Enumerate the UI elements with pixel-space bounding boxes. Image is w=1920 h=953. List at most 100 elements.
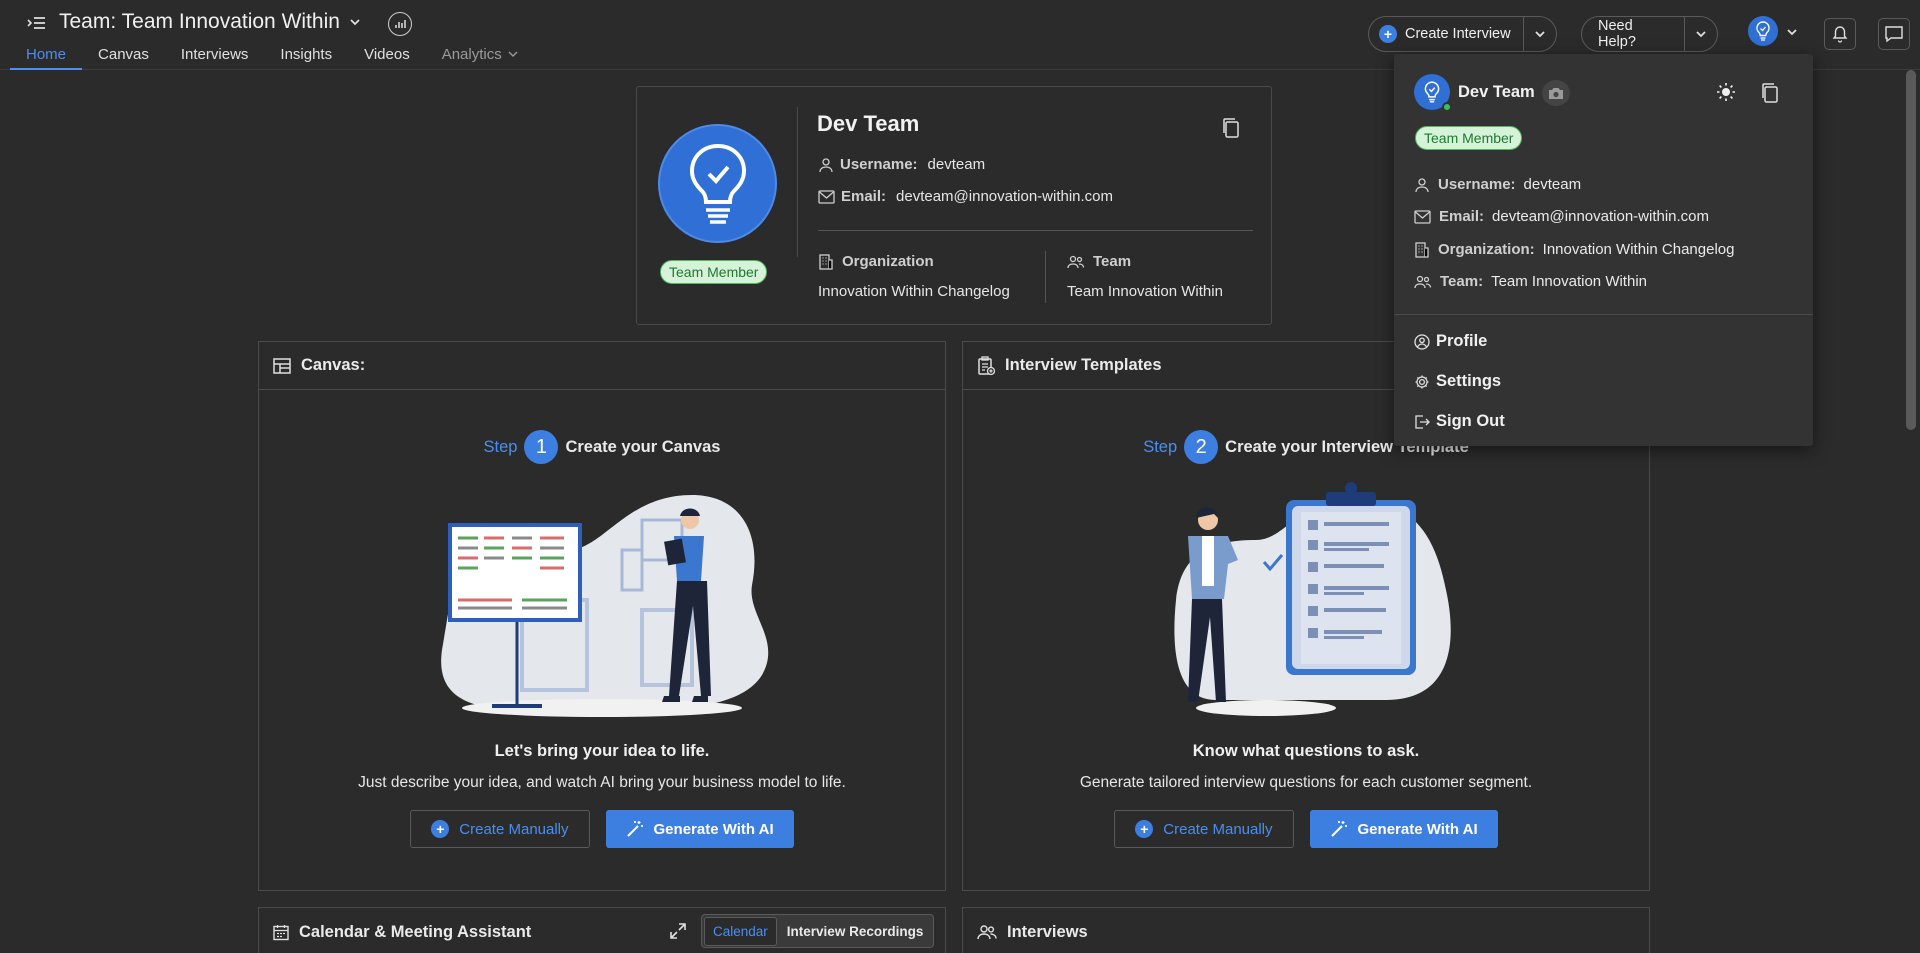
calendar-panel: Calendar & Meeting Assistant Calendar In…: [258, 907, 946, 953]
gear-icon: [1415, 375, 1429, 388]
nav-canvas[interactable]: Canvas: [82, 46, 165, 70]
divider: [1045, 251, 1046, 303]
team-title: Team: Team Innovation Within: [59, 10, 340, 33]
email-label: Email:: [841, 188, 887, 205]
mail-icon: [1414, 209, 1431, 224]
profile-username-row: Username: devteam: [818, 156, 985, 173]
plus-circle-icon: +: [1135, 820, 1154, 838]
templates-illustration: [1146, 480, 1466, 720]
create-interview-label: Create Interview: [1405, 26, 1511, 42]
plus-circle-icon: +: [1379, 25, 1397, 43]
organization-label-row: Organization: [818, 253, 934, 270]
nav-insights[interactable]: Insights: [264, 46, 348, 70]
calendar-icon: [273, 924, 289, 940]
templates-tagline: Know what questions to ask.: [1192, 742, 1420, 760]
profile-name: Dev Team: [817, 111, 920, 136]
canvas-description: Just describe your idea, and watch AI br…: [358, 774, 846, 791]
user-dropdown-menu: Dev Team Team Member Username: devteam E…: [1394, 54, 1813, 446]
lightbulb-icon: [689, 143, 746, 224]
analytics-icon[interactable]: [388, 12, 412, 36]
building-icon: [819, 253, 833, 270]
menu-item-settings[interactable]: Settings: [1414, 372, 1501, 391]
profile-icon: [1414, 333, 1430, 350]
canvas-tagline: Let's bring your idea to life.: [494, 742, 710, 760]
need-help-button[interactable]: Need Help?: [1581, 16, 1718, 52]
username-value: devteam: [927, 156, 986, 173]
create-interview-button[interactable]: + Create Interview: [1368, 16, 1557, 52]
copy-icon[interactable]: [1221, 117, 1241, 139]
sign-out-icon: [1415, 414, 1430, 429]
dropdown-team-row: Team: Team Innovation Within: [1414, 273, 1647, 290]
need-help-label: Need Help?: [1598, 18, 1636, 50]
divider: [1394, 314, 1813, 315]
templates-description: Generate tailored interview questions fo…: [1079, 774, 1533, 791]
interviews-panel: Interviews: [962, 907, 1650, 953]
main-nav: Home Canvas Interviews Insights Videos A…: [10, 46, 534, 70]
organization-value: Innovation Within Changelog: [818, 283, 1010, 300]
scrollbar[interactable]: [1906, 70, 1916, 430]
expand-icon[interactable]: [669, 922, 687, 940]
chevron-down-icon[interactable]: [1786, 26, 1798, 38]
templates-actions: + Create Manually Generate With AI: [963, 810, 1649, 848]
menu-item-sign-out[interactable]: Sign Out: [1414, 412, 1505, 431]
nav-interviews[interactable]: Interviews: [165, 46, 265, 70]
board-icon: [273, 357, 291, 374]
tab-interview-recordings[interactable]: Interview Recordings: [779, 918, 932, 945]
magic-wand-icon: [1330, 821, 1347, 837]
team-label-row: Team: [1067, 253, 1131, 270]
need-help-dropdown[interactable]: [1685, 28, 1717, 40]
nav-videos[interactable]: Videos: [348, 46, 426, 70]
chat-button[interactable]: [1878, 18, 1910, 50]
online-status-dot: [1442, 102, 1452, 112]
team-icon: [1414, 275, 1432, 288]
canvas-step: Step 1 Create your Canvas: [259, 430, 945, 464]
chevron-down-icon: [508, 51, 518, 57]
chat-icon: [1885, 26, 1903, 43]
chevron-down-icon: [1696, 31, 1706, 38]
dropdown-email-row: Email: devteam@innovation-within.com: [1414, 208, 1709, 225]
lightbulb-icon: [1424, 81, 1440, 103]
team-selector[interactable]: Team: Team Innovation Within: [59, 10, 362, 34]
user-icon: [1415, 177, 1429, 192]
canvas-generate-ai-button[interactable]: Generate With AI: [605, 810, 794, 848]
user-avatar-button[interactable]: [1748, 16, 1778, 46]
magic-wand-icon: [626, 821, 643, 837]
nav-home[interactable]: Home: [10, 46, 83, 70]
tab-calendar[interactable]: Calendar: [704, 916, 777, 946]
dropdown-organization-row: Organization: Innovation Within Changelo…: [1414, 241, 1734, 258]
profile-avatar: [658, 124, 777, 243]
canvas-create-manually-button[interactable]: + Create Manually: [410, 810, 590, 848]
menu-item-profile[interactable]: Profile: [1414, 332, 1487, 351]
canvas-actions: + Create Manually Generate With AI: [259, 810, 945, 848]
chevron-down-icon: [350, 19, 360, 26]
divider: [818, 230, 1253, 231]
team-icon: [977, 925, 997, 940]
menu-icon[interactable]: [27, 14, 47, 32]
dropdown-user-name: Dev Team: [1458, 83, 1535, 101]
clipboard-icon: [978, 355, 995, 375]
interviews-panel-title: Interviews: [1007, 922, 1088, 941]
building-icon: [1415, 241, 1429, 258]
step-number: 2: [1184, 430, 1219, 464]
chevron-down-icon: [1534, 31, 1545, 38]
create-interview-dropdown[interactable]: [1524, 28, 1556, 40]
dropdown-username-row: Username: devteam: [1414, 176, 1581, 193]
templates-panel-title: Interview Templates: [1005, 356, 1162, 374]
templates-generate-ai-button[interactable]: Generate With AI: [1309, 810, 1498, 848]
team-value: Team Innovation Within: [1067, 283, 1223, 300]
camera-icon[interactable]: [1542, 80, 1570, 106]
username-label: Username:: [840, 156, 918, 173]
team-icon: [1067, 255, 1085, 268]
team-member-badge: Team Member: [660, 260, 768, 284]
canvas-panel-header: Canvas:: [259, 342, 945, 390]
notifications-button[interactable]: [1824, 18, 1856, 50]
profile-card: Team Member Dev Team Username: devteam E…: [636, 86, 1272, 325]
nav-analytics[interactable]: Analytics: [426, 46, 534, 70]
plus-circle-icon: +: [431, 820, 450, 838]
interviews-panel-header: Interviews: [963, 908, 1649, 953]
sun-icon[interactable]: [1716, 82, 1736, 102]
templates-create-manually-button[interactable]: + Create Manually: [1114, 810, 1294, 848]
user-icon: [819, 157, 833, 172]
copy-icon[interactable]: [1760, 82, 1780, 104]
profile-email-row: Email: devteam@innovation-within.com: [818, 188, 1113, 205]
